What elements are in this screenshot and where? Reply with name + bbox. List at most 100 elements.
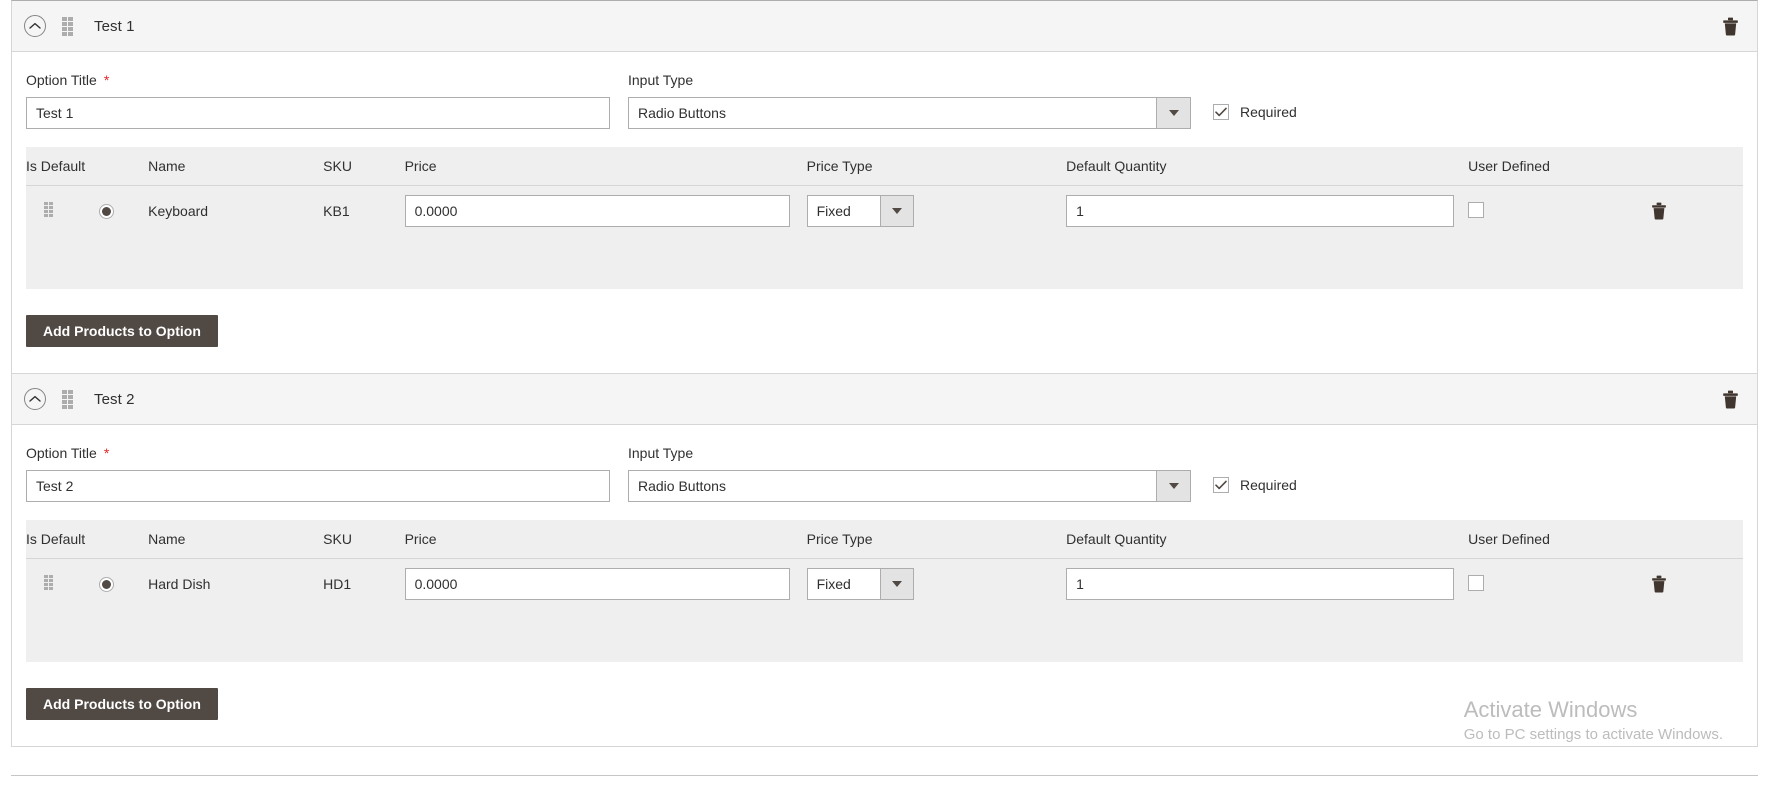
drag-handle-icon[interactable] bbox=[44, 575, 56, 593]
option-2-table-head: Is Default Name SKU Price Price Type Def… bbox=[26, 520, 1743, 559]
add-products-to-option-2-button[interactable]: Add Products to Option bbox=[26, 688, 218, 720]
input-type-label-1: Input Type bbox=[628, 72, 694, 88]
price-type-select-1-1[interactable]: Fixed bbox=[806, 195, 914, 228]
drag-handle-icon[interactable] bbox=[60, 16, 74, 36]
default-quantity-input-1-1[interactable] bbox=[1066, 195, 1455, 228]
option-section-1: Test 1 Option Title* Input Type Radio bbox=[11, 0, 1758, 374]
required-asterisk-1: * bbox=[103, 72, 110, 88]
row-name-cell-1-1: Keyboard bbox=[148, 185, 324, 237]
th-name: Name bbox=[148, 147, 324, 186]
row-sku-cell-1-1: KB1 bbox=[323, 185, 405, 237]
option-title-input-1[interactable] bbox=[26, 97, 610, 129]
option-title-field-group-2: Option Title * bbox=[26, 445, 610, 502]
required-field-group-1: Required bbox=[1213, 72, 1297, 120]
input-type-selected-value-1: Radio Buttons bbox=[638, 105, 726, 121]
price-type-selected-value-2-1: Fixed bbox=[816, 576, 851, 593]
row-price-cell-1-1 bbox=[404, 185, 807, 237]
required-checkbox-2[interactable] bbox=[1213, 477, 1229, 493]
th-actions bbox=[1651, 147, 1743, 186]
option-1-table-body: Keyboard KB1 Fixed bbox=[26, 185, 1743, 289]
row-is-default-cell bbox=[87, 185, 149, 237]
user-defined-checkbox-2-1[interactable] bbox=[1468, 574, 1485, 591]
delete-option-2-button[interactable] bbox=[1719, 388, 1741, 410]
row-price-cell-2-1 bbox=[404, 558, 807, 610]
chevron-up-circle-icon[interactable] bbox=[24, 15, 46, 37]
table-filler-row bbox=[26, 610, 1743, 662]
bundle-options-page: Test 1 Option Title* Input Type Radio bbox=[0, 0, 1769, 800]
th-actions bbox=[1651, 520, 1743, 559]
table-header-row: Is Default Name SKU Price Price Type Def… bbox=[26, 520, 1743, 559]
option-title-label-1: Option Title * bbox=[26, 72, 610, 88]
option-1-table-head: Is Default Name SKU Price Price Type Def… bbox=[26, 147, 1743, 186]
th-price: Price bbox=[404, 520, 807, 559]
price-input-2-1[interactable] bbox=[404, 568, 790, 601]
table-header-row: Is Default Name SKU Price Price Type Def… bbox=[26, 147, 1743, 186]
chevron-down-icon[interactable] bbox=[1156, 98, 1190, 128]
row-user-defined-cell-2-1 bbox=[1468, 558, 1652, 610]
row-drag-cell bbox=[26, 558, 88, 610]
is-default-radio-2-1[interactable] bbox=[99, 577, 115, 593]
required-checkbox-label-1: Required bbox=[1240, 104, 1297, 120]
row-action-cell-1-1 bbox=[1651, 185, 1743, 237]
chevron-up-circle-icon[interactable] bbox=[24, 388, 46, 410]
required-asterisk-2: * bbox=[103, 445, 110, 461]
option-1-add-products-wrap: Add Products to Option bbox=[12, 289, 1757, 373]
row-qty-cell-1-1 bbox=[1066, 185, 1469, 237]
option-2-products-table: Is Default Name SKU Price Price Type Def… bbox=[26, 520, 1743, 662]
input-type-select-1[interactable]: Radio Buttons bbox=[628, 97, 1191, 129]
required-checkbox-label-2: Required bbox=[1240, 477, 1297, 493]
option-title-field-group-1: Option Title * bbox=[26, 72, 610, 129]
chevron-down-icon[interactable] bbox=[879, 196, 913, 227]
option-2-table-body: Hard Dish HD1 Fixed bbox=[26, 558, 1743, 662]
row-sku-cell-2-1: HD1 bbox=[323, 558, 405, 610]
input-type-select-2[interactable]: Radio Buttons bbox=[628, 470, 1191, 502]
option-section-1-title: Test 1 bbox=[94, 17, 135, 35]
chevron-down-icon[interactable] bbox=[879, 569, 913, 600]
default-quantity-input-2-1[interactable] bbox=[1066, 568, 1455, 601]
th-user-defined: User Defined bbox=[1468, 147, 1652, 186]
option-section-2: Test 2 Option Title* Input Type Radio bbox=[11, 374, 1758, 747]
row-price-type-cell-2-1: Fixed bbox=[806, 558, 1067, 610]
user-defined-checkbox-1-1[interactable] bbox=[1468, 201, 1485, 218]
option-2-add-products-wrap: Add Products to Option bbox=[12, 662, 1757, 746]
price-type-select-2-1[interactable]: Fixed bbox=[806, 568, 914, 601]
row-is-default-cell bbox=[87, 558, 149, 610]
is-default-radio-1-1[interactable] bbox=[99, 204, 115, 220]
drag-handle-icon[interactable] bbox=[44, 202, 56, 220]
price-type-selected-value-1-1: Fixed bbox=[816, 203, 851, 220]
table-filler-row bbox=[26, 237, 1743, 289]
delete-row-1-1-button[interactable] bbox=[1651, 202, 1667, 220]
option-title-input-2[interactable] bbox=[26, 470, 610, 502]
th-price: Price bbox=[404, 147, 807, 186]
option-section-2-header: Test 2 bbox=[12, 374, 1757, 425]
required-checkbox-1[interactable] bbox=[1213, 104, 1229, 120]
th-user-defined: User Defined bbox=[1468, 520, 1652, 559]
th-name: Name bbox=[148, 520, 324, 559]
price-input-1-1[interactable] bbox=[404, 195, 790, 228]
input-type-label-2: Input Type bbox=[628, 445, 694, 461]
drag-handle-icon[interactable] bbox=[60, 389, 74, 409]
table-row: Keyboard KB1 Fixed bbox=[26, 185, 1743, 237]
add-products-to-option-1-button[interactable]: Add Products to Option bbox=[26, 315, 218, 347]
input-type-selected-value-2: Radio Buttons bbox=[638, 478, 726, 494]
option-section-2-title: Test 2 bbox=[94, 390, 135, 408]
option-section-1-header: Test 1 bbox=[12, 1, 1757, 52]
option-section-1-fields: Option Title * Input Type Radio Buttons R… bbox=[14, 52, 1755, 143]
th-sku: SKU bbox=[323, 147, 405, 186]
row-price-type-cell-1-1: Fixed bbox=[806, 185, 1067, 237]
th-default-quantity: Default Quantity bbox=[1066, 147, 1469, 186]
chevron-down-icon[interactable] bbox=[1156, 471, 1190, 501]
input-type-field-group-2: Input Type Radio Buttons bbox=[628, 445, 1191, 502]
row-drag-cell bbox=[26, 185, 88, 237]
th-default-quantity: Default Quantity bbox=[1066, 520, 1469, 559]
row-qty-cell-2-1 bbox=[1066, 558, 1469, 610]
option-title-label-text-2: Option Title bbox=[26, 445, 97, 461]
th-price-type: Price Type bbox=[806, 147, 1067, 186]
delete-option-1-button[interactable] bbox=[1719, 15, 1741, 37]
th-price-type: Price Type bbox=[806, 520, 1067, 559]
required-field-group-2: Required bbox=[1213, 445, 1297, 493]
option-1-products-table: Is Default Name SKU Price Price Type Def… bbox=[26, 147, 1743, 289]
delete-row-2-1-button[interactable] bbox=[1651, 575, 1667, 593]
option-2-products-table-wrap: Is Default Name SKU Price Price Type Def… bbox=[26, 520, 1743, 662]
th-is-default: Is Default bbox=[26, 520, 149, 559]
